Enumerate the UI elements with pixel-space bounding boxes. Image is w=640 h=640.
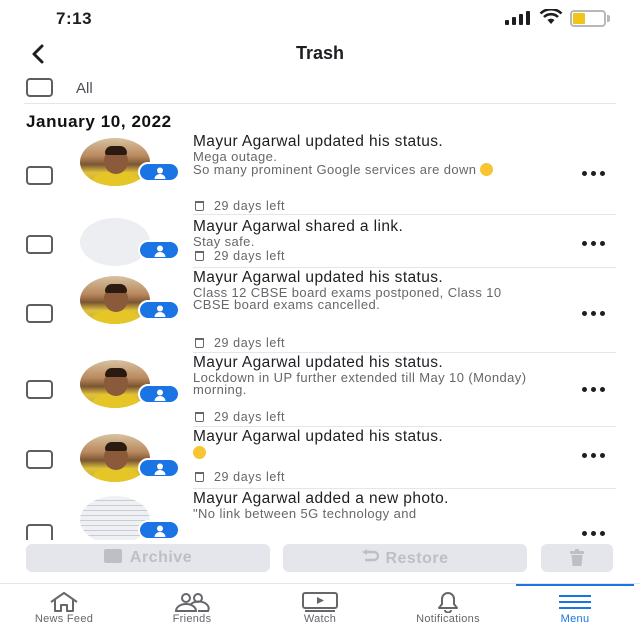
trash-icon <box>570 549 584 566</box>
avatar <box>80 138 180 198</box>
more-options-button[interactable] <box>582 528 610 540</box>
avatar <box>80 496 180 540</box>
profile-badge-icon <box>138 458 180 478</box>
profile-badge-icon <box>138 240 180 260</box>
more-options-button[interactable] <box>582 308 610 320</box>
divider <box>193 267 616 268</box>
nav-menu[interactable]: Menu <box>519 584 631 640</box>
item-checkbox[interactable] <box>26 235 53 254</box>
menu-icon <box>559 595 591 609</box>
more-options-button[interactable] <box>582 450 610 462</box>
nav-watch[interactable]: Watch <box>264 584 376 640</box>
bottom-nav: News Feed Friends Watch Notifications Me… <box>0 583 640 640</box>
item-body: Lockdown in UP further extended till May… <box>193 370 527 397</box>
trash-icon <box>195 412 204 422</box>
item-body: Mega outage. So many prominent Google se… <box>193 149 477 177</box>
action-bar: Archive Restore <box>0 540 640 580</box>
archive-button[interactable]: Archive <box>26 544 270 572</box>
list-item[interactable]: Mayur Agarwal added a new photo. "No lin… <box>0 490 640 540</box>
delete-button[interactable] <box>541 544 613 572</box>
item-title: Mayur Agarwal added a new photo. <box>193 490 449 507</box>
item-title: Mayur Agarwal updated his status. <box>193 269 444 286</box>
days-left: 29 days left <box>195 199 285 213</box>
trash-icon <box>195 251 204 261</box>
friends-icon <box>174 593 210 612</box>
item-title: Mayur Agarwal updated his status. <box>193 354 444 371</box>
date-header: January 10, 2022 <box>26 112 172 131</box>
more-options-button[interactable] <box>582 238 610 250</box>
more-options-button[interactable] <box>582 168 610 180</box>
sad-emoji-icon <box>480 162 494 176</box>
profile-badge-icon <box>138 300 180 320</box>
select-all-label: All <box>76 80 93 97</box>
nav-label: Friends <box>172 613 212 625</box>
days-left: 29 days left <box>195 336 285 350</box>
nav-label: News Feed <box>34 613 94 625</box>
avatar <box>80 434 180 494</box>
item-title: Mayur Agarwal shared a link. <box>193 218 404 235</box>
cellular-signal-icon <box>505 11 531 25</box>
page-title: Trash <box>295 43 345 63</box>
nav-news-feed[interactable]: News Feed <box>8 584 120 640</box>
nav-notifications[interactable]: Notifications <box>392 584 504 640</box>
profile-badge-icon <box>138 384 180 404</box>
avatar <box>80 276 180 336</box>
watch-icon <box>302 592 338 612</box>
nav-label: Watch <box>303 613 337 625</box>
archive-icon <box>103 549 122 563</box>
item-checkbox[interactable] <box>26 524 53 540</box>
item-title: Mayur Agarwal updated his status. <box>193 133 444 150</box>
select-all-row[interactable]: All <box>24 74 616 104</box>
status-bar: 7:13 <box>0 0 640 36</box>
trash-list: Mayur Agarwal updated his status. Mega o… <box>0 132 640 540</box>
item-checkbox[interactable] <box>26 450 53 469</box>
trash-icon <box>195 201 204 211</box>
nav-friends[interactable]: Friends <box>136 584 248 640</box>
item-title: Mayur Agarwal updated his status. <box>193 428 444 445</box>
profile-badge-icon <box>138 520 180 540</box>
trash-icon <box>195 338 204 348</box>
list-item[interactable]: Mayur Agarwal updated his status. Class … <box>0 269 640 353</box>
list-item[interactable]: Mayur Agarwal updated his status. 29 day… <box>0 428 640 489</box>
days-left: 29 days left <box>195 249 285 263</box>
item-checkbox[interactable] <box>26 166 53 185</box>
more-options-button[interactable] <box>582 384 610 396</box>
wifi-icon <box>539 7 563 25</box>
sad-emoji-icon <box>193 446 206 459</box>
header: Trash <box>0 36 640 72</box>
profile-badge-icon <box>138 162 180 182</box>
home-icon <box>50 592 78 612</box>
divider <box>193 426 616 427</box>
battery-icon <box>570 10 610 27</box>
restore-icon <box>362 549 380 562</box>
item-body: Class 12 CBSE board exams postponed, Cla… <box>193 285 502 312</box>
item-body: "No link between 5G technology and <box>193 506 417 521</box>
item-body: Stay safe. <box>193 234 255 249</box>
item-checkbox[interactable] <box>26 380 53 399</box>
item-checkbox[interactable] <box>26 304 53 323</box>
divider <box>193 214 616 215</box>
list-item[interactable]: Mayur Agarwal updated his status. Lockdo… <box>0 354 640 427</box>
list-item[interactable]: Mayur Agarwal shared a link. Stay safe. … <box>0 216 640 268</box>
restore-button[interactable]: Restore <box>283 544 527 572</box>
status-time: 7:13 <box>56 9 93 28</box>
days-left: 29 days left <box>195 470 285 484</box>
nav-label: Menu <box>560 613 590 625</box>
nav-label: Notifications <box>416 613 480 625</box>
bell-icon <box>438 592 458 613</box>
list-item[interactable]: Mayur Agarwal updated his status. Mega o… <box>0 132 640 215</box>
days-left: 29 days left <box>195 410 285 424</box>
divider <box>193 488 616 489</box>
select-all-checkbox[interactable] <box>26 78 53 97</box>
avatar <box>80 360 180 420</box>
divider <box>193 352 616 353</box>
trash-icon <box>195 472 204 482</box>
avatar <box>80 218 180 278</box>
